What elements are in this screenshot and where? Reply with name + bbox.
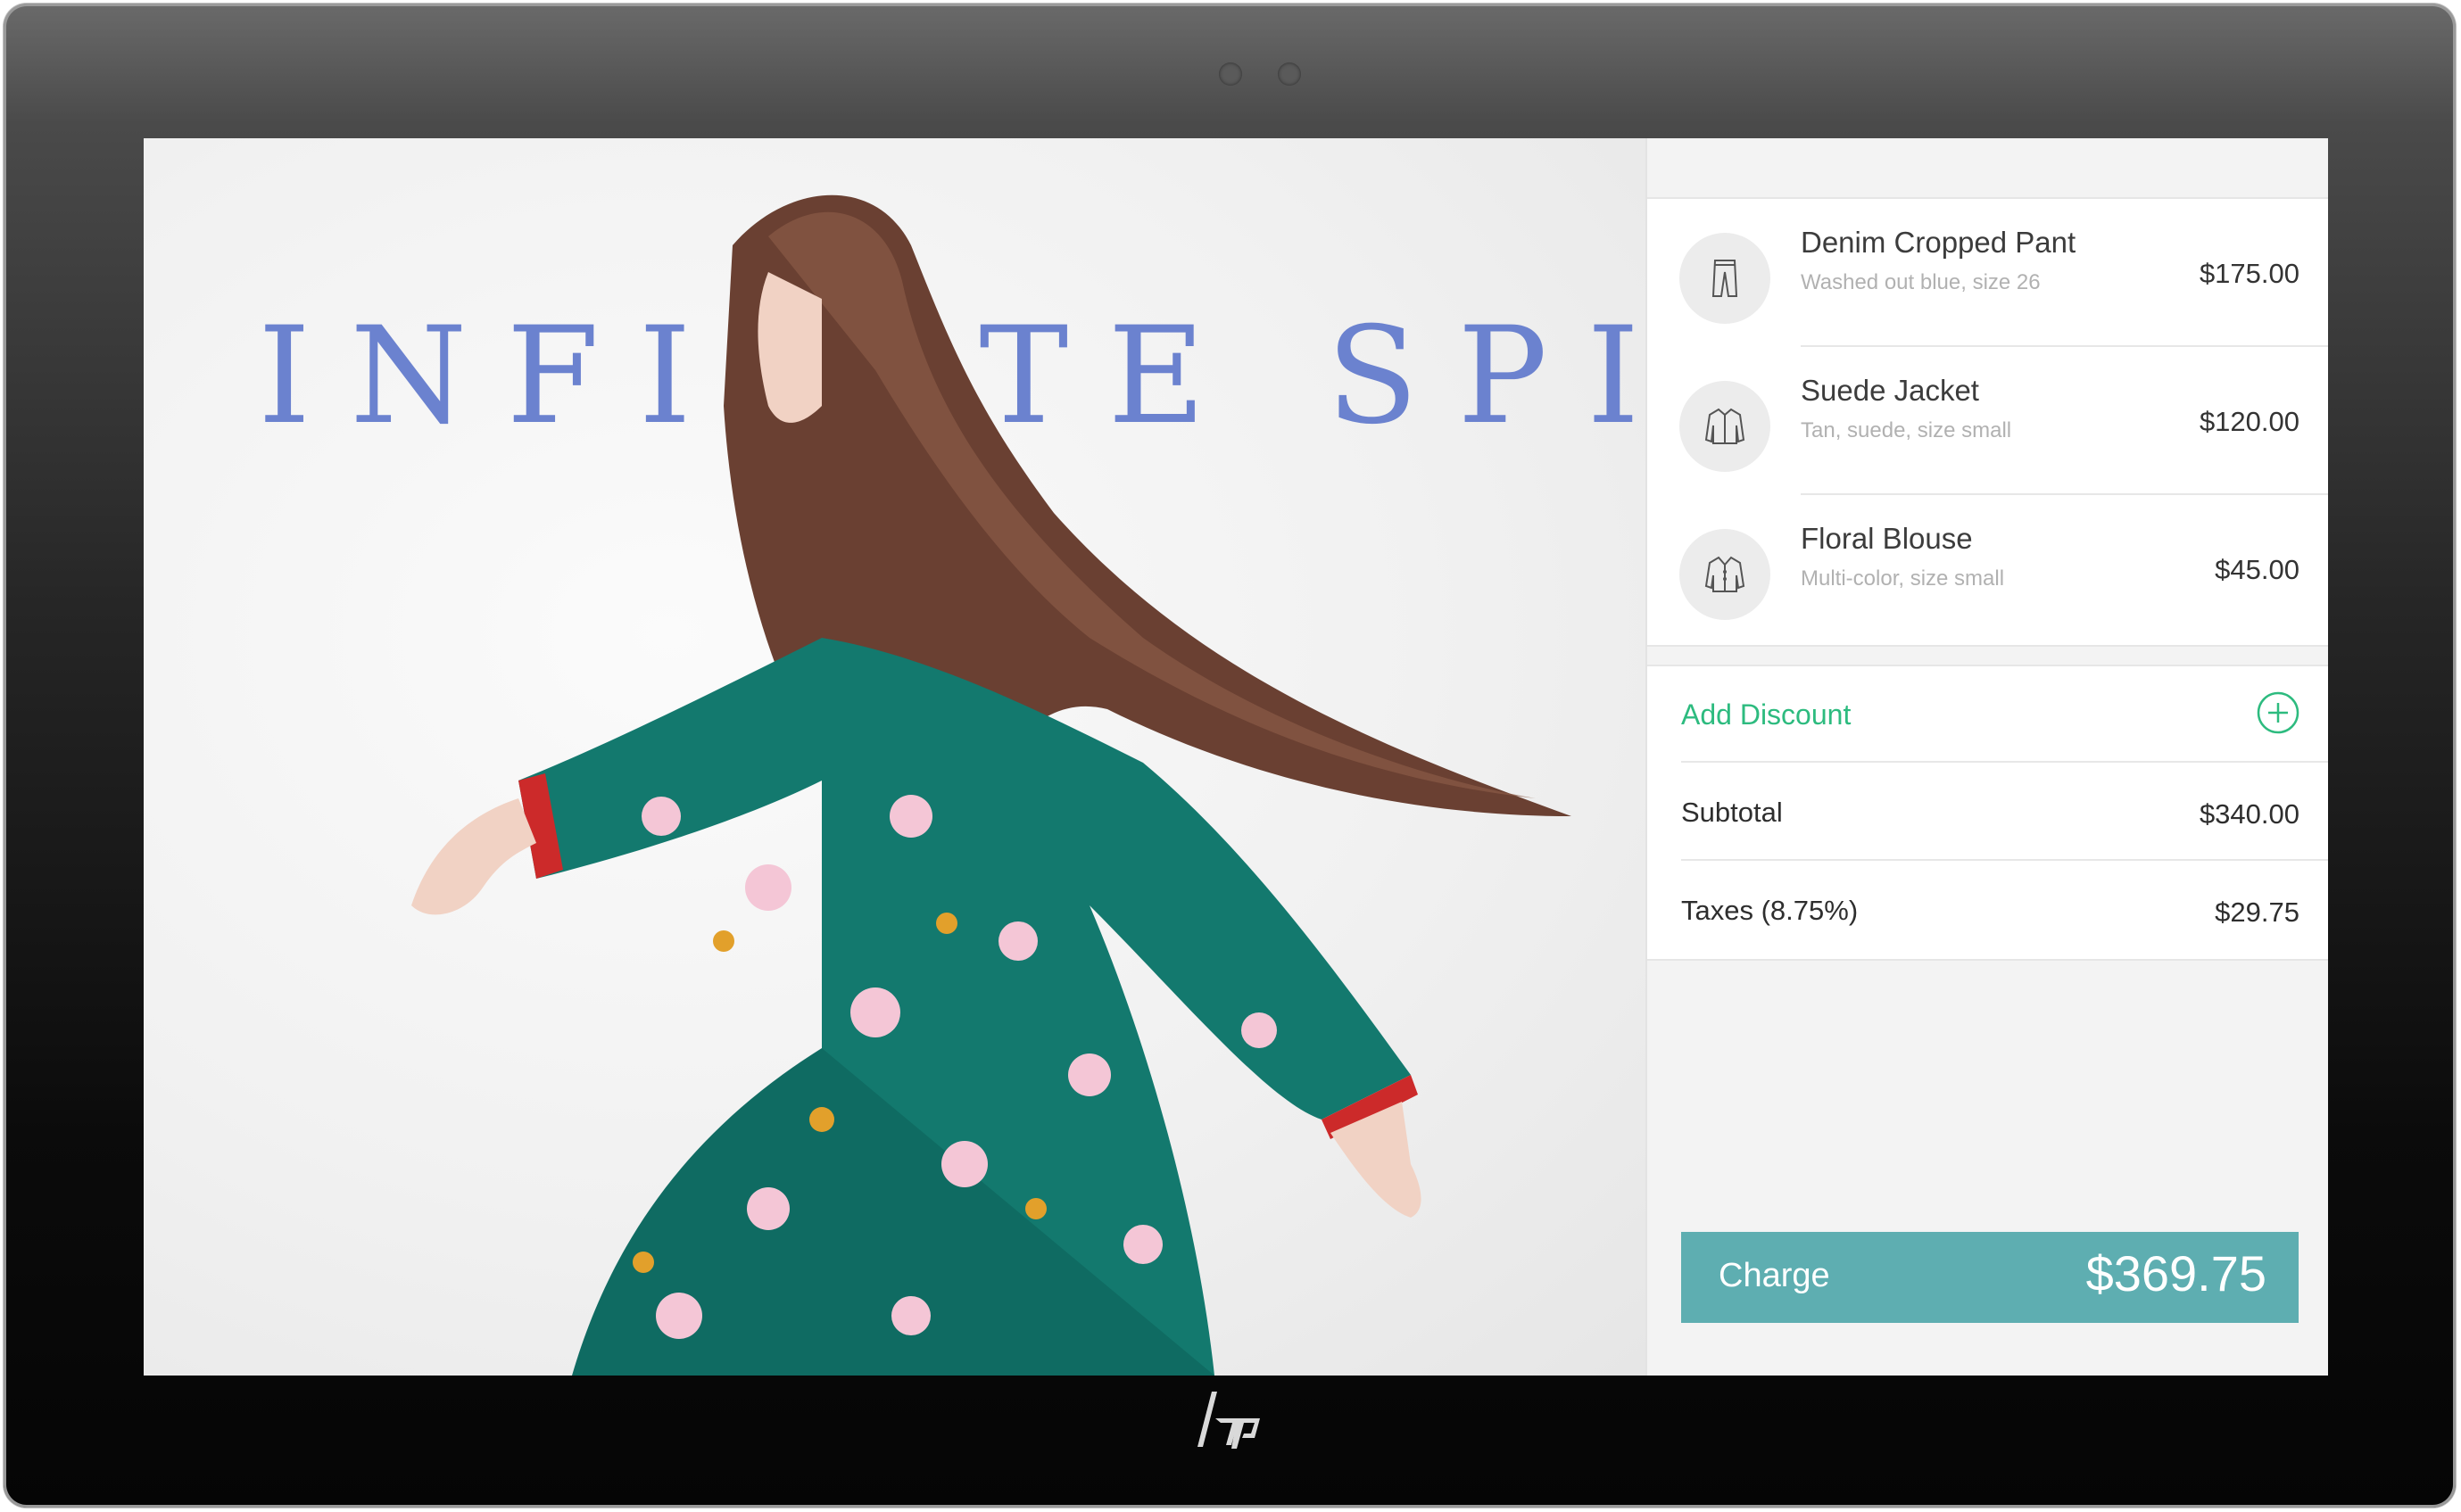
charge-label: Charge	[1719, 1257, 1830, 1294]
divider	[1681, 761, 2328, 763]
taxes-value: $29.75	[2215, 896, 2299, 928]
subtotal-row: Subtotal $340.00	[1647, 764, 2328, 861]
item-description: Tan, suede, size small	[1801, 418, 2012, 442]
camera-sensor	[1219, 62, 1242, 86]
order-summary: Add Discount Subtotal $340.00 Taxes (8.7…	[1647, 665, 2328, 961]
taxes-label: Taxes (8.75%)	[1681, 895, 1859, 926]
taxes-row: Taxes (8.75%) $29.75	[1647, 863, 2328, 959]
divider	[1681, 859, 2328, 861]
subtotal-label: Subtotal	[1681, 797, 1783, 828]
pants-icon	[1679, 233, 1770, 324]
cart-item[interactable]: Denim Cropped Pant Washed out blue, size…	[1647, 199, 2328, 347]
item-name: Floral Blouse	[1801, 522, 1973, 555]
camera-lens	[1278, 62, 1301, 86]
cart-item[interactable]: Floral Blouse Multi-color, size small $4…	[1647, 495, 2328, 643]
blouse-icon	[1679, 529, 1770, 620]
tablet-frame: INFINITE SPIRIT	[4, 4, 2456, 1508]
jacket-icon	[1679, 381, 1770, 472]
item-description: Washed out blue, size 26	[1801, 270, 2041, 294]
add-discount-label[interactable]: Add Discount	[1681, 698, 1851, 731]
charge-amount: $369.75	[2085, 1245, 2266, 1301]
item-description: Multi-color, size small	[1801, 566, 2005, 591]
item-price: $45.00	[2215, 554, 2299, 585]
cart-item[interactable]: Suede Jacket Tan, suede, size small $120…	[1647, 347, 2328, 495]
item-name: Suede Jacket	[1801, 374, 1979, 407]
cart-items: Denim Cropped Pant Washed out blue, size…	[1647, 197, 2328, 647]
order-panel: Denim Cropped Pant Washed out blue, size…	[1645, 138, 2328, 1376]
model-illustration	[411, 194, 1571, 1376]
hp-logo	[1197, 1392, 1260, 1449]
item-name: Denim Cropped Pant	[1801, 226, 2076, 259]
item-price: $120.00	[2199, 406, 2299, 437]
hero-banner: INFINITE SPIRIT	[144, 138, 1645, 1376]
add-discount-row[interactable]: Add Discount	[1647, 666, 2328, 763]
add-circle-icon[interactable]	[2257, 691, 2299, 734]
subtotal-value: $340.00	[2199, 798, 2299, 830]
charge-button[interactable]: Charge $369.75	[1681, 1232, 2299, 1323]
screen: INFINITE SPIRIT	[144, 138, 2328, 1376]
item-price: $175.00	[2199, 258, 2299, 289]
